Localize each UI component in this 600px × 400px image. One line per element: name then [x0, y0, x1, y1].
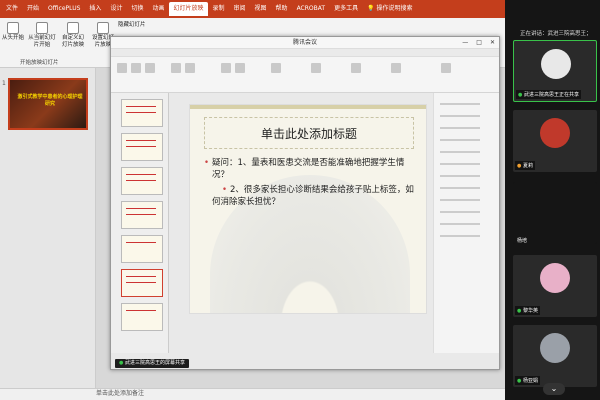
tool-icon — [171, 63, 181, 73]
tool-icon — [441, 63, 451, 73]
mic-on-icon: ● — [518, 92, 523, 98]
close-icon[interactable]: ✕ — [490, 37, 495, 49]
from-current-label: 从当前幻灯片开始 — [28, 35, 56, 48]
mic-icon: ● — [119, 360, 124, 366]
tab-acrobat[interactable]: ACROBAT — [293, 2, 330, 16]
tell-me-search[interactable]: 💡 操作说明搜索 — [363, 2, 416, 16]
tool-icon — [311, 63, 321, 73]
shared-content: 单击此处添加标题 疑问：1、量表和医患交流是否能准确地把握学生情况？ 2、很多家… — [111, 49, 499, 369]
avatar — [541, 49, 571, 79]
play-icon — [7, 22, 19, 34]
notes-placeholder[interactable]: 单击此处添加备注 — [96, 388, 144, 399]
shared-ribbon — [111, 49, 499, 93]
shared-format-pane — [433, 93, 499, 353]
tab-file[interactable]: 文件 — [2, 2, 22, 16]
participant-tile[interactable]: ● 夏莉 — [513, 110, 597, 172]
play-current-icon — [36, 22, 48, 34]
meeting-panel: 正在讲话：武进三院高思王； ● 武进三院高思王正在共享 ● 夏莉 杨培 ● 黎华… — [505, 0, 600, 400]
group-label: 开始放映幻灯片 — [20, 60, 59, 66]
tool-icon — [117, 63, 127, 73]
shared-thumb — [121, 235, 163, 263]
from-current-button[interactable]: 从当前幻灯片开始 — [26, 22, 58, 49]
shared-thumb-selected — [121, 269, 163, 297]
from-start-button[interactable]: 从头开始 — [2, 22, 24, 42]
shared-thumb — [121, 303, 163, 331]
participant-name: ● 夏莉 — [515, 161, 535, 170]
tab-insert[interactable]: 插入 — [85, 2, 105, 16]
shared-thumb — [121, 201, 163, 229]
status-bar — [0, 388, 505, 400]
tool-icon — [185, 63, 195, 73]
tab-officeplus[interactable]: OfficePLUS — [44, 2, 84, 16]
tab-record[interactable]: 录制 — [209, 2, 229, 16]
participant-name: ● 杨亚娟 — [515, 376, 540, 385]
tool-icon — [221, 63, 231, 73]
lightbulb-icon: 💡 — [367, 5, 375, 12]
shared-thumbnails — [111, 93, 169, 353]
tool-icon — [145, 63, 155, 73]
from-start-label: 从头开始 — [2, 35, 25, 41]
thumb-title: 激引式教学中患者的心理护理研究 — [17, 94, 83, 107]
window-titlebar: 腾讯会议 — □ ✕ — [111, 37, 499, 49]
tab-animations[interactable]: 动画 — [148, 2, 168, 16]
tab-home[interactable]: 开始 — [23, 2, 43, 16]
avatar — [540, 263, 570, 293]
custom-show-button[interactable]: 自定义幻灯片放映 — [60, 22, 86, 49]
participant-tile[interactable]: ● 杨亚娟 — [513, 325, 597, 387]
tab-slideshow[interactable]: 幻灯片放映 — [169, 2, 208, 16]
tab-view[interactable]: 视图 — [251, 2, 271, 16]
hide-slide-label: 隐藏幻灯片 — [118, 22, 146, 28]
shared-screen-window: 腾讯会议 — □ ✕ 单击此处添加标题 • 疑问：1、量表和医患交流是否能准确地… — [110, 36, 500, 370]
tool-icon — [235, 63, 245, 73]
slide-canvas: 单击此处添加标题 疑问：1、量表和医患交流是否能准确地把握学生情况？ 2、很多家… — [189, 104, 427, 314]
avatar — [540, 118, 570, 148]
tab-design[interactable]: 设计 — [106, 2, 126, 16]
participant-name: 杨培 — [517, 238, 528, 244]
participant-tile[interactable]: ● 武进三院高思王正在共享 — [513, 40, 597, 102]
shared-thumb — [121, 99, 163, 127]
setup-icon — [97, 22, 109, 34]
tab-more-tools[interactable]: 更多工具 — [330, 2, 362, 16]
participant-name: ● 武进三院高思王正在共享 — [516, 90, 581, 99]
screen-share-indicator: ● 武进三院高思王的屏幕共享 — [115, 359, 189, 368]
mic-on-icon: ● — [517, 378, 522, 384]
slide-bullet: 疑问：1、量表和医患交流是否能准确地把握学生情况？ — [204, 157, 414, 181]
shared-thumb — [121, 133, 163, 161]
thumb-number: 1 — [2, 80, 6, 87]
slide-thumbnail[interactable]: 激引式教学中患者的心理护理研究 — [8, 78, 88, 130]
avatar — [540, 333, 570, 363]
custom-show-icon — [67, 22, 79, 34]
minimize-icon[interactable]: — — [462, 37, 468, 49]
shared-tabs — [111, 49, 499, 57]
slide-top-band — [190, 105, 426, 109]
participant-tile[interactable]: ● 黎华英 — [513, 255, 597, 317]
slide-bullet: 2、很多家长担心诊断结果会给孩子贴上标签，如何消除家长担忧？ — [204, 184, 414, 208]
shared-thumb — [121, 167, 163, 195]
tool-icon — [351, 63, 361, 73]
window-title: 腾讯会议 — [292, 39, 317, 46]
meeting-top-bar — [505, 0, 600, 26]
tool-icon — [271, 63, 281, 73]
participant-name: ● 黎华英 — [515, 306, 540, 315]
speaking-indicator: 正在讲话：武进三院高思王； — [520, 31, 592, 37]
ribbon-tabs: 文件 开始 OfficePLUS 插入 设计 切换 动画 幻灯片放映 录制 审阅… — [0, 0, 505, 18]
slide-title: 单击此处添加标题 — [204, 117, 414, 149]
tell-me-label: 操作说明搜索 — [376, 5, 413, 12]
share-bar-label: 武进三院高思王的屏幕共享 — [124, 360, 185, 366]
hide-slide-button[interactable]: 隐藏幻灯片 — [118, 22, 148, 29]
tab-review[interactable]: 审阅 — [230, 2, 250, 16]
mic-muted-icon: ● — [517, 163, 522, 169]
tab-help[interactable]: 帮助 — [272, 2, 292, 16]
slide-body: 疑问：1、量表和医患交流是否能准确地把握学生情况？ 2、很多家长担心诊断结果会给… — [204, 157, 414, 208]
chevron-down-icon[interactable]: ⌄ — [543, 383, 565, 395]
participant-tile[interactable]: 杨培 — [513, 182, 597, 244]
mic-on-icon: ● — [517, 308, 522, 314]
tool-icon — [131, 63, 141, 73]
tool-icon — [391, 63, 401, 73]
slide-thumbnails-pane[interactable]: 1 激引式教学中患者的心理护理研究 — [0, 68, 96, 388]
custom-show-label: 自定义幻灯片放映 — [61, 35, 84, 48]
tab-transitions[interactable]: 切换 — [127, 2, 147, 16]
maximize-icon[interactable]: □ — [476, 37, 482, 49]
